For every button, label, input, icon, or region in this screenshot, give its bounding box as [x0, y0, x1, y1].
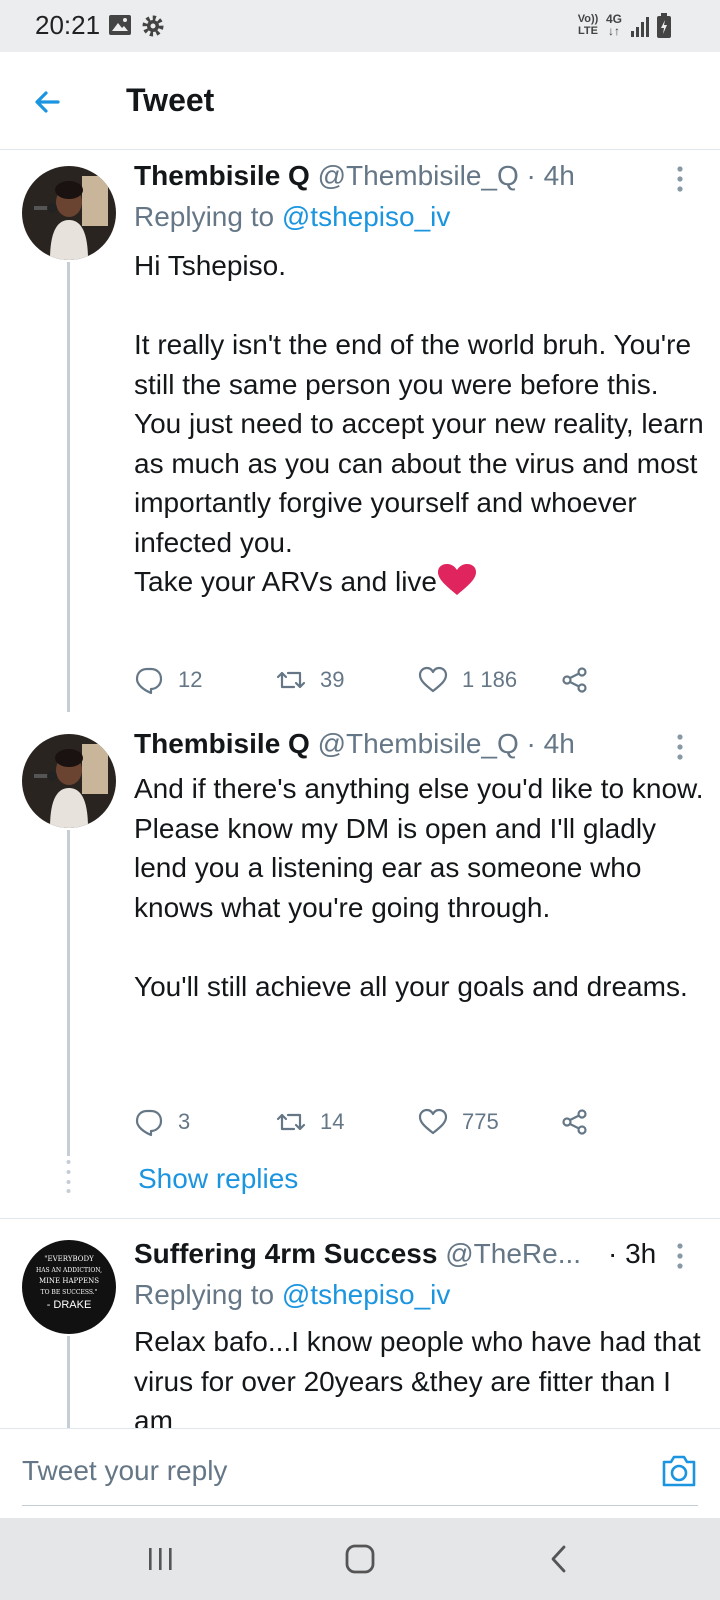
tweet-header: Thembisile Q @Thembisile_Q · 4h [134, 160, 575, 192]
volte-indicator: Vo)) LTE [576, 13, 600, 37]
reply-button[interactable]: 12 [134, 662, 202, 698]
replying-prefix: Replying to [134, 201, 275, 232]
reply-input[interactable]: Tweet your reply [22, 1455, 227, 1487]
avatar-thembisile[interactable] [22, 734, 116, 828]
status-time: 20:21 [35, 10, 101, 40]
replying-to: Replying to @tshepiso_iv [134, 1279, 450, 1311]
gallery-icon [109, 15, 131, 35]
user-name[interactable]: Thembisile Q [134, 728, 310, 759]
more-icon[interactable] [674, 1242, 686, 1272]
more-icon[interactable] [674, 165, 686, 195]
tweet-time: · 3h [608, 1238, 657, 1269]
page-title: Tweet [126, 82, 215, 118]
retweet-icon [276, 671, 306, 689]
network-indicator: 4G ↓↑ [606, 13, 622, 37]
thread-continuation-dots [66, 1160, 71, 1193]
like-button[interactable]: 775 [418, 1104, 499, 1140]
more-icon[interactable] [674, 733, 686, 763]
battery-icon [657, 13, 671, 38]
tweet-time: · 4h [526, 160, 575, 191]
reply-bar: Tweet your reply [0, 1428, 720, 1518]
reply-count: 3 [178, 1109, 191, 1134]
avatar-suffering[interactable]: "EVERYBODY HAS AN ADDICTION, MINE HAPPEN… [22, 1240, 116, 1334]
retweet-button[interactable]: 39 [276, 662, 344, 698]
avatar-image [22, 166, 116, 260]
thread-line [67, 262, 70, 712]
app-bar: Tweet [0, 52, 720, 150]
data-arrows-icon: ↓↑ [608, 24, 620, 38]
heart-emoji-icon [437, 564, 476, 595]
show-replies-link[interactable]: Show replies [138, 1163, 298, 1195]
retweet-count: 39 [320, 667, 345, 692]
avatar-image [22, 734, 116, 828]
avatar-quote-author: - DRAKE [46, 1299, 92, 1311]
thread-line [67, 830, 70, 1156]
replying-prefix: Replying to [134, 1279, 275, 1310]
status-bar: 20:21 Vo)) LTE 4G ↓↑ [0, 0, 720, 52]
divider [0, 1218, 720, 1219]
reply-count: 12 [178, 667, 203, 692]
like-icon [418, 666, 448, 693]
camera-icon[interactable] [660, 1453, 698, 1489]
tweet-text: And if there's anything else you'd like … [134, 773, 704, 1002]
tweet-header: Thembisile Q @Thembisile_Q · 4h [134, 728, 575, 760]
like-button[interactable]: 1 186 [418, 662, 517, 698]
retweet-icon [276, 1113, 306, 1131]
retweet-count: 14 [320, 1109, 345, 1134]
signal-icon [631, 17, 649, 37]
gear-icon [142, 15, 164, 37]
user-handle[interactable]: @Thembisile_Q [318, 728, 519, 759]
recents-icon[interactable] [140, 1542, 180, 1576]
system-nav-bar [0, 1518, 720, 1600]
tweet-text: Hi Tshepiso. It really isn't the end of … [134, 246, 704, 602]
avatar-quote-line: "EVERYBODY [44, 1255, 94, 1263]
avatar-quote-line: TO BE SUCCESS." [40, 1289, 98, 1296]
user-handle[interactable]: @Thembisile_Q [318, 160, 519, 191]
home-icon[interactable] [340, 1542, 380, 1576]
avatar-quote-line: MINE HAPPENS [38, 1277, 99, 1285]
lte-label: LTE [578, 25, 598, 37]
mention-link[interactable]: @tshepiso_iv [282, 201, 451, 232]
share-button[interactable] [560, 1104, 590, 1140]
share-icon [562, 667, 587, 693]
replying-to: Replying to @tshepiso_iv [134, 201, 450, 233]
tweet-text: Relax bafo...I know people who have had … [134, 1326, 701, 1428]
avatar-thembisile[interactable] [22, 166, 116, 260]
retweet-button[interactable]: 14 [276, 1104, 344, 1140]
avatar-quote-line: HAS AN ADDICTION, [35, 1267, 103, 1274]
user-name[interactable]: Thembisile Q [134, 160, 310, 191]
user-handle[interactable]: @TheRe... [445, 1238, 581, 1269]
share-icon [562, 1109, 587, 1135]
volte-label: Vo)) [577, 13, 599, 25]
reply-icon [135, 1109, 163, 1137]
tweet-actions: 3 14 775 [134, 1104, 614, 1140]
tweet-body: Hi Tshepiso. It really isn't the end of … [134, 250, 704, 597]
back-icon[interactable] [540, 1542, 580, 1576]
tweet-actions: 12 39 1 186 [134, 662, 614, 698]
like-icon [418, 1108, 448, 1135]
user-name[interactable]: Suffering 4rm Success [134, 1238, 437, 1269]
reply-icon [135, 667, 163, 695]
avatar-quote: "EVERYBODY HAS AN ADDICTION, MINE HAPPEN… [22, 1254, 116, 1311]
like-count: 1 186 [462, 667, 518, 692]
tweet-time: · 4h [526, 728, 575, 759]
thread-line [67, 1336, 70, 1428]
mention-link[interactable]: @tshepiso_iv [282, 1279, 451, 1310]
back-arrow-icon[interactable] [28, 82, 68, 122]
tweet-header: Suffering 4rm Success @TheRe... [134, 1238, 654, 1270]
reply-underline [22, 1505, 698, 1506]
share-button[interactable] [560, 662, 590, 698]
like-count: 775 [462, 1109, 499, 1134]
reply-button[interactable]: 3 [134, 1104, 190, 1140]
